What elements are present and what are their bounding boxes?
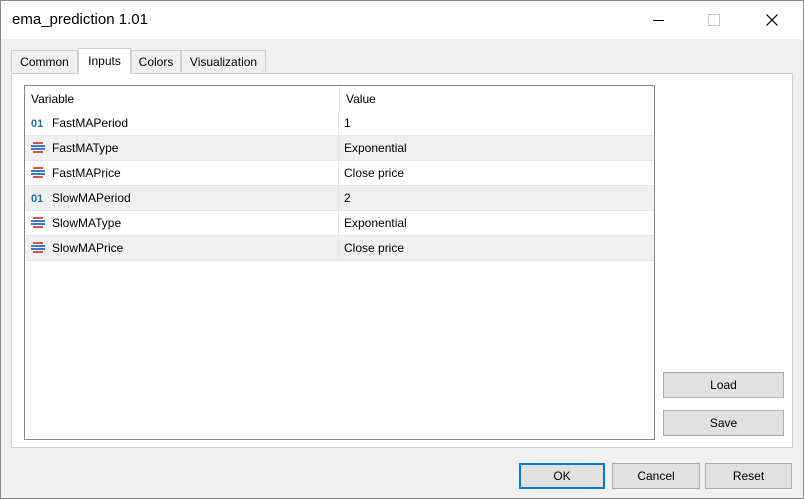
variable-name: SlowMAPrice (52, 241, 124, 255)
inputs-grid: Variable Value 01 FastMAPeriod 1 FastMAType… (24, 85, 655, 440)
tab-colors[interactable]: Colors (131, 50, 181, 72)
variable-name: SlowMAPeriod (52, 191, 131, 205)
variable-cell: FastMAType (25, 136, 339, 160)
variable-cell: SlowMAPrice (25, 236, 339, 260)
column-header-value[interactable]: Value (340, 86, 654, 111)
window-title: ema_prediction 1.01 (12, 11, 148, 28)
minimize-button[interactable] (635, 1, 681, 39)
load-button[interactable]: Load (663, 372, 784, 398)
table-row[interactable]: FastMAPrice Close price (25, 161, 654, 186)
value-cell[interactable]: 2 (339, 186, 654, 210)
value-cell[interactable]: Exponential (339, 211, 654, 235)
variable-cell: FastMAPrice (25, 161, 339, 185)
variable-name: FastMAPeriod (52, 116, 129, 130)
ok-button[interactable]: OK (519, 463, 605, 489)
minimize-icon (652, 19, 664, 21)
value-cell[interactable]: 1 (339, 111, 654, 135)
table-row[interactable]: FastMAType Exponential (25, 136, 654, 161)
save-button[interactable]: Save (663, 410, 784, 436)
table-row[interactable]: SlowMAType Exponential (25, 211, 654, 236)
table-row[interactable]: 01 FastMAPeriod 1 (25, 111, 654, 136)
variable-name: FastMAType (52, 141, 119, 155)
enum-icon (31, 217, 45, 229)
enum-icon (31, 167, 45, 179)
reset-button[interactable]: Reset (705, 463, 792, 489)
value-cell[interactable]: Close price (339, 236, 654, 260)
variable-cell: 01 FastMAPeriod (25, 111, 339, 135)
variable-name: FastMAPrice (52, 166, 121, 180)
table-row[interactable]: 01 SlowMAPeriod 2 (25, 186, 654, 211)
int-icon: 01 (31, 118, 44, 130)
cancel-button[interactable]: Cancel (612, 463, 700, 489)
maximize-icon (708, 14, 720, 26)
maximize-button (691, 1, 737, 39)
variable-cell: SlowMAType (25, 211, 339, 235)
variable-cell: 01 SlowMAPeriod (25, 186, 339, 210)
dialog-window: ema_prediction 1.01 Common Inputs Colors… (0, 0, 804, 499)
grid-header: Variable Value (25, 86, 654, 111)
variable-name: SlowMAType (52, 216, 122, 230)
enum-icon (31, 242, 45, 254)
value-cell[interactable]: Exponential (339, 136, 654, 160)
close-icon (766, 14, 778, 26)
int-icon: 01 (31, 193, 44, 205)
tab-inputs[interactable]: Inputs (78, 48, 131, 74)
close-button[interactable] (749, 1, 795, 39)
tab-common[interactable]: Common (11, 50, 78, 72)
table-row[interactable]: SlowMAPrice Close price (25, 236, 654, 261)
enum-icon (31, 142, 45, 154)
column-header-variable[interactable]: Variable (25, 86, 339, 111)
value-cell[interactable]: Close price (339, 161, 654, 185)
inputs-panel: Variable Value 01 FastMAPeriod 1 FastMAType… (11, 73, 793, 448)
title-bar: ema_prediction 1.01 (1, 1, 803, 39)
tab-visualization[interactable]: Visualization (181, 50, 266, 72)
